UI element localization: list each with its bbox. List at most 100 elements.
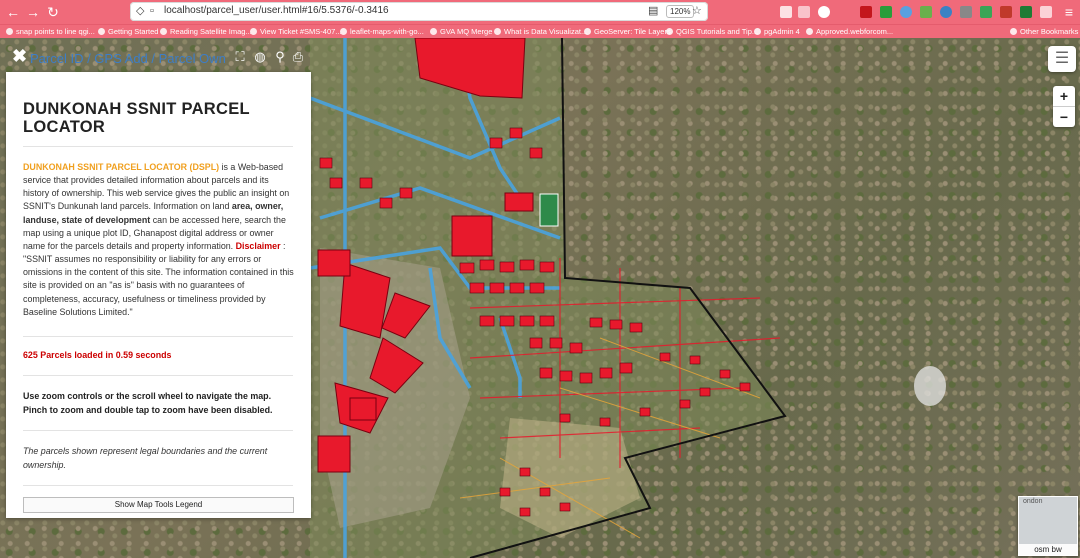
parcel bbox=[589, 317, 603, 328]
extension-grey-icon[interactable] bbox=[960, 6, 972, 18]
bookmark-item[interactable]: leaflet-maps-with-go... bbox=[340, 26, 424, 38]
bookmark-item[interactable]: Approved.webforcom... bbox=[806, 26, 893, 38]
parcel bbox=[529, 337, 543, 349]
extension-leaf-icon[interactable] bbox=[920, 6, 932, 18]
parcels-loaded-status: 625 Parcels loaded in 0.59 seconds bbox=[23, 350, 172, 360]
zoom-out-button[interactable]: − bbox=[1053, 106, 1075, 127]
disclaimer-label: Disclaimer bbox=[235, 240, 281, 251]
parcel bbox=[479, 315, 495, 327]
extension-red-icon[interactable] bbox=[860, 6, 872, 18]
parcel bbox=[689, 355, 701, 365]
parcel bbox=[469, 282, 485, 294]
parcel bbox=[499, 315, 515, 327]
parcel bbox=[559, 370, 573, 382]
bookmark-item[interactable]: pgAdmin 4 bbox=[754, 26, 800, 38]
download-icon[interactable] bbox=[798, 6, 810, 18]
parcel bbox=[569, 342, 583, 354]
parcel bbox=[559, 502, 571, 512]
parcel bbox=[509, 282, 525, 294]
menu-icon[interactable]: ≡ bbox=[1060, 3, 1078, 21]
parcel bbox=[509, 127, 523, 139]
intro-text: DUNKONAH SSNIT PARCEL LOCATOR (DSPL) is … bbox=[23, 161, 295, 319]
parcel bbox=[329, 177, 343, 189]
sports-field bbox=[539, 193, 559, 227]
location-pin-icon[interactable]: ⚲ bbox=[272, 49, 288, 65]
parcel bbox=[739, 382, 751, 392]
divider bbox=[23, 375, 293, 376]
reload-icon[interactable]: ↻ bbox=[44, 3, 62, 21]
info-panel: DUNKONAH SSNIT PARCEL LOCATOR DUNKONAH S… bbox=[6, 72, 311, 518]
parcel bbox=[539, 261, 555, 273]
parcel bbox=[399, 187, 413, 199]
reader-icon[interactable]: ▤ bbox=[648, 4, 658, 19]
zoom-in-button[interactable]: + bbox=[1053, 86, 1075, 106]
parcel bbox=[639, 407, 651, 417]
parcel bbox=[539, 367, 553, 379]
extension-grid-icon[interactable] bbox=[980, 6, 992, 18]
parcel bbox=[539, 487, 551, 497]
bookmark-item[interactable]: snap points to line qgi... bbox=[6, 26, 95, 38]
bookmark-item[interactable]: Getting Started bbox=[98, 26, 158, 38]
parcel bbox=[699, 387, 711, 397]
star-icon[interactable]: ☆ bbox=[692, 4, 702, 19]
divider bbox=[23, 430, 293, 431]
extension-green-icon[interactable] bbox=[880, 6, 892, 18]
forward-icon[interactable]: → bbox=[24, 3, 42, 21]
bookmark-item[interactable]: Reading Satellite Imag... bbox=[160, 26, 252, 38]
close-icon[interactable]: ✖ bbox=[12, 46, 27, 67]
globe-icon[interactable]: ◍ bbox=[252, 49, 268, 65]
parcel bbox=[479, 259, 495, 271]
parcel bbox=[579, 372, 593, 384]
parcel bbox=[489, 282, 505, 294]
back-icon[interactable]: ← bbox=[4, 3, 22, 21]
extensions-menu-icon[interactable] bbox=[1040, 6, 1052, 18]
app-name: DUNKONAH SSNIT PARCEL LOCATOR (DSPL) bbox=[23, 162, 220, 172]
bookmark-item[interactable]: GeoServer: Tile Layers bbox=[584, 26, 671, 38]
other-bookmarks[interactable]: Other Bookmarks bbox=[1010, 26, 1078, 38]
navigation-help: Use zoom controls or the scroll wheel to… bbox=[23, 391, 273, 415]
parcel bbox=[629, 322, 643, 333]
bookmark-item[interactable]: QGIS Tutorials and Tip... bbox=[666, 26, 758, 38]
parcel bbox=[317, 249, 351, 277]
parcel bbox=[459, 262, 475, 274]
parcel bbox=[317, 435, 351, 473]
show-legend-button[interactable]: Show Map Tools Legend bbox=[23, 497, 294, 513]
fullscreen-icon[interactable]: ⛶ bbox=[232, 49, 248, 65]
url-text[interactable]: localhost/parcel_user/user.html#16/5.537… bbox=[164, 5, 389, 16]
parcel bbox=[519, 259, 535, 271]
minimap[interactable]: ondon osm bw bbox=[1018, 496, 1078, 556]
browser-toolbar: ← → ↻ ◇ ▫ localhost/parcel_user/user.htm… bbox=[0, 0, 1080, 24]
parcel bbox=[529, 282, 545, 294]
print-icon[interactable]: ⎙ bbox=[290, 49, 306, 65]
parcel bbox=[489, 137, 503, 149]
bookmark-item[interactable]: GVA MQ Merge bbox=[430, 26, 492, 38]
shield-icon: ◇ bbox=[136, 5, 145, 17]
parcel bbox=[519, 467, 531, 477]
disclaimer-text: : "SSNIT assumes no responsibility or li… bbox=[23, 240, 294, 317]
address-bar[interactable]: ◇ ▫ localhost/parcel_user/user.html#16/5… bbox=[130, 2, 708, 21]
zoom-control: + − bbox=[1053, 86, 1075, 127]
page-icon: ▫ bbox=[150, 5, 154, 17]
parcel bbox=[349, 397, 377, 421]
extension-x-icon[interactable] bbox=[1020, 6, 1032, 18]
extension-box-icon[interactable] bbox=[1000, 6, 1012, 18]
parcel bbox=[499, 261, 515, 273]
bookmark-item[interactable]: View Ticket #SMS-407... bbox=[250, 26, 342, 38]
minimap-text: ondon bbox=[1023, 498, 1043, 505]
parcel bbox=[319, 157, 333, 169]
parcel bbox=[451, 215, 493, 257]
layers-icon[interactable]: ☰ bbox=[1048, 46, 1076, 72]
account-icon[interactable] bbox=[818, 6, 830, 18]
extension-blue-icon[interactable] bbox=[940, 6, 952, 18]
search-mode-title[interactable]: Parcel ID / GPS Add / Parcel Own bbox=[30, 51, 226, 66]
parcel bbox=[529, 147, 543, 159]
parcel bbox=[599, 367, 613, 379]
pocket-icon[interactable] bbox=[780, 6, 792, 18]
zoom-level[interactable]: 120% bbox=[666, 5, 695, 18]
bookmark-item[interactable]: What is Data Visualizat... bbox=[494, 26, 587, 38]
divider bbox=[23, 146, 293, 147]
extension-globe-icon[interactable] bbox=[900, 6, 912, 18]
minimap-label: osm bw bbox=[1019, 544, 1077, 555]
parcel bbox=[499, 487, 511, 497]
parcel bbox=[519, 315, 535, 327]
